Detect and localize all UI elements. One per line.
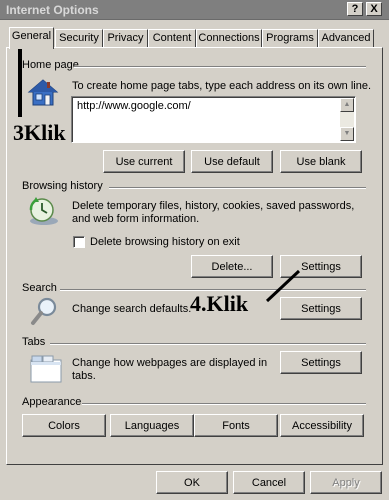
search-description: Change search defaults.	[72, 303, 192, 315]
cancel-button[interactable]: Cancel	[233, 471, 305, 494]
window-title: Internet Options	[6, 3, 99, 17]
browsing-history-description: Delete temporary files, history, cookies…	[72, 200, 355, 225]
step4-arrow-line	[265, 268, 301, 304]
browsing-history-label: Browsing history	[22, 180, 103, 192]
accessibility-button[interactable]: Accessibility	[280, 414, 364, 437]
tabs-settings-button[interactable]: Settings	[280, 351, 362, 374]
tab-label: Privacy	[107, 32, 144, 44]
home-page-url-input[interactable]: http://www.google.com/ ▲ ▼	[71, 96, 356, 143]
home-page-label: Home page	[22, 59, 79, 71]
delete-on-exit-label: Delete browsing history on exit	[90, 236, 240, 248]
magnifier-icon	[30, 295, 60, 327]
history-clock-icon	[27, 196, 61, 226]
tab-label: General	[11, 30, 52, 42]
tab-connections[interactable]: Connections	[196, 29, 262, 47]
delete-on-exit-checkbox[interactable]	[73, 236, 85, 248]
scroll-down-icon[interactable]: ▼	[340, 127, 354, 141]
ok-button[interactable]: OK	[156, 471, 228, 494]
scroll-up-icon[interactable]: ▲	[340, 98, 354, 112]
use-blank-button[interactable]: Use blank	[280, 150, 362, 173]
tabs-section-label: Tabs	[22, 336, 46, 348]
tab-general[interactable]: General	[9, 27, 54, 49]
help-button[interactable]: ?	[347, 2, 363, 16]
colors-button[interactable]: Colors	[22, 414, 106, 437]
use-default-button[interactable]: Use default	[191, 150, 273, 173]
tab-content[interactable]: Content	[148, 29, 196, 47]
fonts-button[interactable]: Fonts	[194, 414, 278, 437]
tab-label: Advanced	[321, 32, 371, 44]
apply-button[interactable]: Apply	[310, 471, 382, 494]
step3-annotation: 3Klik	[13, 120, 66, 145]
appearance-separator	[82, 403, 366, 405]
url-scrollbar[interactable]: ▲ ▼	[340, 98, 354, 141]
tab-advanced[interactable]: Advanced	[318, 29, 374, 47]
home-page-separator	[74, 66, 366, 68]
delete-history-button[interactable]: Delete...	[191, 255, 273, 278]
tab-privacy[interactable]: Privacy	[103, 29, 148, 47]
tab-programs[interactable]: Programs	[262, 29, 318, 47]
tabbed-window-icon	[30, 354, 62, 384]
step4-annotation: 4.Klik	[190, 291, 249, 316]
tab-label: Programs	[266, 32, 314, 44]
tab-label: Connections	[198, 32, 260, 44]
tab-security[interactable]: Security	[55, 29, 103, 47]
languages-button[interactable]: Languages	[110, 414, 194, 437]
appearance-label: Appearance	[22, 396, 82, 408]
home-house-icon	[27, 77, 59, 109]
home-page-url-text: http://www.google.com/	[77, 100, 191, 112]
search-label: Search	[22, 282, 57, 294]
tabs-description: Change how webpages are displayed in tab…	[72, 357, 268, 382]
tab-label: Security	[59, 32, 99, 44]
tabs-separator	[50, 343, 366, 345]
close-button[interactable]: X	[366, 2, 382, 16]
home-page-description: To create home page tabs, type each addr…	[72, 80, 372, 92]
browsing-history-separator	[109, 187, 366, 189]
tab-label: Content	[152, 32, 192, 44]
step3-arrow-line	[18, 37, 22, 117]
use-current-button[interactable]: Use current	[103, 150, 185, 173]
title-bar: Internet Options ? X	[0, 0, 389, 20]
